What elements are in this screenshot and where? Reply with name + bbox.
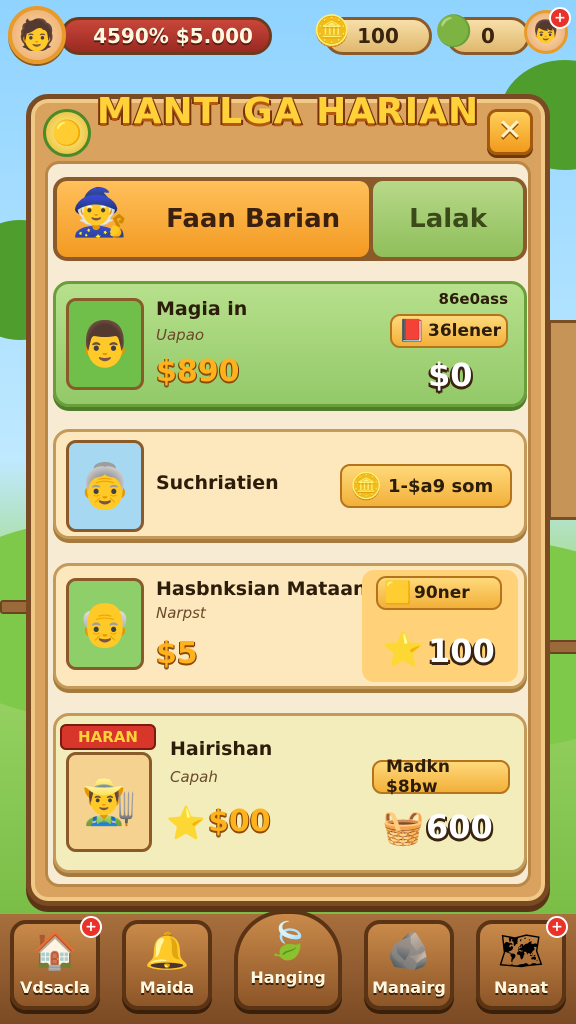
quest-money: $00 [208,804,271,839]
friend-avatar-button[interactable]: 👦 + [524,7,571,54]
bell-icon: 🔔 [144,931,190,972]
nav-label: Nanat [493,978,549,997]
gem-basket-icon: 🧺 [382,808,425,848]
nav-label: Manairg [372,978,446,997]
nav-label: Maida [139,978,195,997]
star-icon: ⭐ [382,630,425,670]
nav-stone-button[interactable]: 🪨 Manairg [364,920,454,1010]
book-icon: 📕 [398,319,426,344]
quest-name: Magia in [156,298,248,320]
farmer-portrait: 👨‍🌾 [66,752,152,852]
nav-village-button[interactable]: 🏠 Vdsacla + [10,916,102,1010]
grandpa-portrait: 👴 [66,578,144,670]
top-hud: 4590% $5.000 🧑 🪙 100 🟢 0 👦 + [8,6,571,64]
quest-card[interactable]: 👴 Hasbnksian Mataanks Narpst $5 🟨 90ner … [53,563,527,689]
stone-icon: 🪨 [386,931,432,972]
quest-tag: 86e0ass [438,290,508,308]
green-gem-icon: 🟢 [435,14,473,49]
quest-card[interactable]: HARAN 👨‍🌾 Hairishan Capah ⭐ $00 Madkn $8… [53,713,527,873]
villager-portrait: 👨 [66,298,144,390]
quest-money: $5 [156,636,198,671]
quest-subtitle: Narpst [156,604,206,622]
mascot-icon: 🧙 [71,185,129,239]
reward-chip-label: 36lener [428,321,502,341]
quest-card[interactable]: 👵 Suchriatien 🪙 1-$a9 som [53,429,527,539]
house-icon: 🏠 [32,931,78,972]
quest-name: Hasbnksian Mataanks [156,578,391,600]
bottom-nav: 🏠 Vdsacla + 🔔 Maida 🍃 Hanging 🪨 Manairg … [10,910,568,1016]
reward-chip[interactable]: 📕 36lener [390,314,508,348]
coin-value: 100 [357,24,399,48]
add-badge: + [549,7,571,29]
tab-bar: 🧙 Faan Barian Lalak [53,177,527,261]
reward-chip-label: 1-$a9 som [388,475,494,497]
money-counter: 4590% $5.000 [60,17,272,55]
nav-label: Hanging [250,968,326,987]
elder-portrait: 👵 [66,440,144,532]
reward-chip[interactable]: 🟨 90ner [376,576,502,610]
notification-badge: + [546,916,568,938]
gem-value: 0 [481,24,495,48]
daily-tasks-panel: 🟡 MANTLGA HARIAN ✕ 🧙 Faan Barian Lalak 👨… [26,91,550,906]
panel-title: MANTLGA HARIAN [96,91,480,132]
nav-label: Vdsacla [20,978,90,997]
tab-other[interactable]: Lalak [373,181,523,257]
coin-counter[interactable]: 🪙 100 [313,14,432,55]
quest-subtitle: Capah [170,768,218,786]
map-icon: 🗺 [498,931,544,972]
money-value: 4590% $5.000 [93,24,253,48]
reward-chip[interactable]: Madkn $8bw [372,757,510,797]
reward-chip-label: 90ner [414,583,470,603]
gem-counter[interactable]: 🟢 0 [435,14,530,55]
notification-badge: + [80,916,102,938]
coin-stack-icon: 🪙 [313,14,351,49]
player-avatar[interactable]: 🧑 [8,6,66,64]
nav-map-button[interactable]: 🗺 Nanat + [476,916,568,1010]
reward-chip-label: Madkn $8bw [386,757,450,797]
leaf-icon: 🍃 [265,921,311,962]
tab-daily-label: Faan Barian [166,204,341,234]
gold-coin-icon: 🪙 [350,472,383,502]
nav-bell-button[interactable]: 🔔 Maida [122,920,212,1010]
close-button[interactable]: ✕ [487,109,533,155]
tab-daily[interactable]: 🧙 Faan Barian [57,181,370,257]
reward-value: 100 [428,632,495,670]
coin-block-icon: 🟨 [384,581,412,606]
quest-name: Hairishan [170,738,273,760]
quest-name: Suchriatien [156,472,279,494]
reward-value: $0 [428,356,473,394]
reward-chip[interactable]: 🪙 1-$a9 som [340,464,512,508]
nav-leaf-button[interactable]: 🍃 Hanging [234,910,342,1010]
quest-money: $890 [156,354,240,389]
coin-emblem-icon: 🟡 [43,109,91,157]
tab-other-label: Lalak [409,204,488,234]
quest-banner: HARAN [60,724,156,750]
quest-subtitle: Uapao [156,326,205,344]
quest-card[interactable]: 👨 Magia in Uapao $890 86e0ass 📕 36lener … [53,281,527,407]
star-icon: ⭐ [166,804,206,842]
reward-value: 600 [426,808,493,846]
